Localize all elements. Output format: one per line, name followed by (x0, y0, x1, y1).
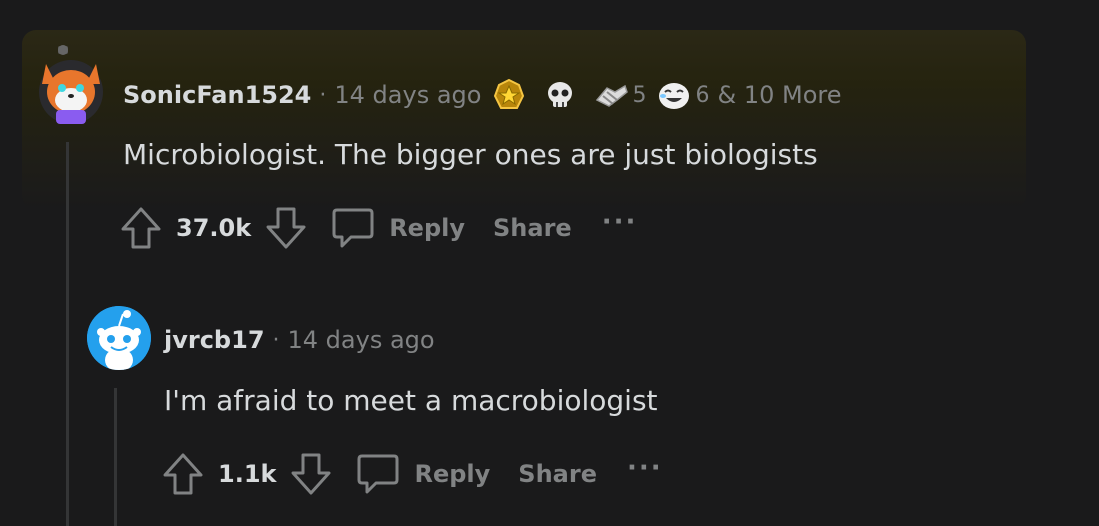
vote-score: 1.1k (218, 460, 277, 488)
share-button[interactable]: Share (493, 214, 572, 242)
reply-label[interactable]: Reply (414, 460, 490, 488)
comment-actions: 37.0k Reply Share ··· (120, 206, 637, 250)
share-button[interactable]: Share (518, 460, 597, 488)
separator-dot: · (319, 82, 327, 108)
comment-body: I'm afraid to meet a macrobiologist (164, 384, 658, 417)
gold-star-award-icon (494, 78, 525, 109)
award-handshake[interactable]: 5 (593, 78, 646, 112)
timestamp[interactable]: 14 days ago (334, 81, 481, 109)
more-options-button[interactable]: ··· (602, 207, 638, 237)
award-gold-star[interactable] (491, 78, 527, 112)
award-count: 5 (632, 82, 647, 108)
username[interactable]: jvrcb17 (164, 326, 265, 354)
reply-button[interactable]: Reply (331, 206, 465, 250)
upvote-button[interactable] (162, 452, 204, 496)
comment-actions: 1.1k Reply Share ··· (162, 452, 663, 496)
comment-highlight-background (22, 30, 1026, 210)
reply-button[interactable]: Reply (356, 452, 490, 496)
more-awards-link[interactable]: & 10 More (717, 81, 841, 109)
handshake-award-icon (596, 84, 629, 107)
thread-line-1[interactable] (66, 142, 69, 526)
more-options-button[interactable]: ··· (627, 453, 663, 483)
username[interactable]: SonicFan1524 (123, 81, 311, 109)
comment-meta: jvrcb17 · 14 days ago (164, 326, 435, 354)
reply-label[interactable]: Reply (389, 214, 465, 242)
upvote-arrow-icon (163, 453, 203, 495)
award-laughing-face[interactable]: 6 (656, 78, 709, 112)
speech-bubble-icon (357, 454, 399, 494)
thread-line-2[interactable] (114, 388, 117, 526)
downvote-button[interactable] (290, 452, 332, 496)
comment-body: Microbiologist. The bigger ones are just… (123, 138, 818, 171)
separator-dot: · (272, 327, 280, 353)
downvote-button[interactable] (265, 206, 307, 250)
reddit-snoo-avatar-icon (87, 306, 151, 370)
upvote-button[interactable] (120, 206, 162, 250)
downvote-arrow-icon (266, 207, 306, 249)
award-skull[interactable] (543, 78, 577, 112)
comment-meta: SonicFan1524 · 14 days ago 5 6 & 10 More (123, 78, 841, 112)
upvote-arrow-icon (121, 207, 161, 249)
comment-thread: SonicFan1524 · 14 days ago 5 6 & 10 More… (0, 0, 1099, 526)
downvote-arrow-icon (291, 453, 331, 495)
laughing-face-award-icon (659, 83, 690, 109)
award-count: 6 (695, 82, 710, 108)
speech-bubble-icon (332, 208, 374, 248)
skull-award-icon (548, 82, 573, 107)
fox-avatar-icon (39, 45, 103, 124)
avatar[interactable] (38, 44, 104, 126)
timestamp[interactable]: 14 days ago (288, 326, 435, 354)
vote-score: 37.0k (176, 214, 252, 242)
avatar[interactable] (87, 306, 151, 370)
